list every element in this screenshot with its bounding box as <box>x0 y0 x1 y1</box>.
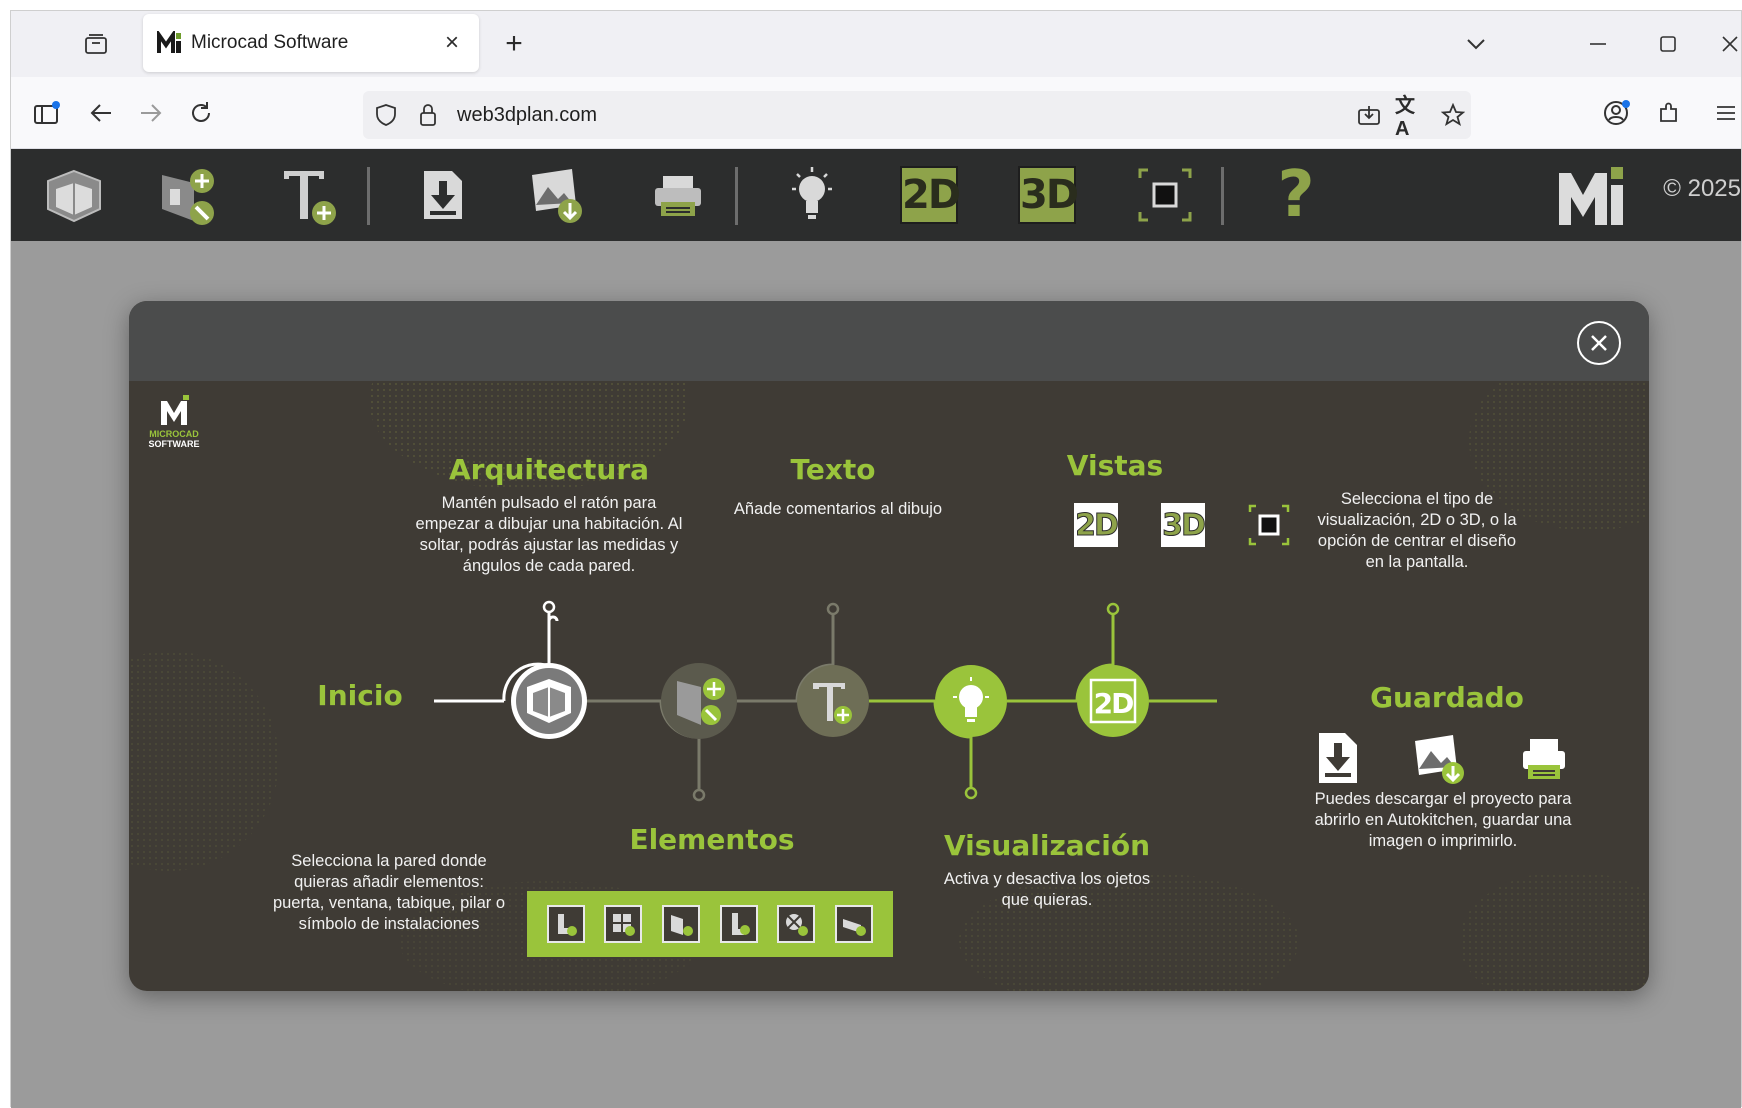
bookmark-star-icon[interactable] <box>1437 100 1469 130</box>
help-button[interactable]: ? <box>1259 158 1333 232</box>
view-2d-icon: 2D <box>900 166 961 224</box>
account-icon[interactable] <box>1599 95 1635 131</box>
reload-icon[interactable] <box>183 95 219 131</box>
partition-icon <box>662 905 701 943</box>
microcad-logo-icon <box>1555 163 1627 227</box>
arquitectura-title: Arquitectura <box>448 453 650 486</box>
timeline-dot <box>692 788 706 802</box>
elementos-text: Selecciona la pared donde quieras añadir… <box>272 852 506 933</box>
new-tab-icon[interactable]: + <box>497 27 531 61</box>
vistas-title: Vistas <box>1066 449 1164 482</box>
edit-element-icon <box>835 905 874 943</box>
extensions-icon[interactable] <box>1651 95 1687 131</box>
toolbar-separator <box>1221 167 1224 225</box>
window-close-icon[interactable] <box>1717 29 1742 59</box>
view-2d-button[interactable]: 2D <box>892 159 966 231</box>
close-icon[interactable]: × <box>437 28 467 58</box>
timeline-dot <box>1106 602 1120 616</box>
help-modal: MICROCAD SOFTWARE 2D Inicio Arquitectura… <box>129 301 1649 991</box>
text-icon[interactable] <box>273 159 347 231</box>
center-icon <box>1247 503 1291 547</box>
toolbar-separator <box>735 167 738 225</box>
web3dplan-app: 2D 3D ? © 2025 MICROCAD SOFTWARE 2D Inic… <box>11 149 1741 1108</box>
download-icon[interactable] <box>406 159 480 231</box>
lightbulb-icon[interactable] <box>775 159 849 231</box>
tab-overview-icon[interactable] <box>79 27 113 61</box>
toolbar-separator <box>367 167 370 225</box>
view-2d-label: 2D <box>1075 507 1120 543</box>
print-icon <box>1521 737 1567 781</box>
visualizacion-title: Visualización <box>943 829 1151 862</box>
inicio-title: Inicio <box>317 679 403 712</box>
copyright-text: © 2025 <box>1663 175 1741 202</box>
tab-strip: Microcad Software × + <box>11 11 1741 77</box>
timeline-dot <box>826 602 840 616</box>
center-icon[interactable] <box>1128 159 1202 231</box>
timeline-node-2d-label: 2D <box>1094 687 1133 720</box>
vistas-text: Selecciona el tipo de visualización, 2D … <box>1317 490 1517 571</box>
microcad-favicon-icon <box>157 28 183 55</box>
back-icon[interactable] <box>83 95 119 131</box>
browser-window: Microcad Software × + web3dplan.com 文A 2… <box>10 10 1742 1108</box>
timeline-dot <box>964 786 978 800</box>
sidebar-icon[interactable] <box>29 95 65 131</box>
tab-title: Microcad Software <box>191 32 349 53</box>
guardado-title: Guardado <box>1370 681 1524 714</box>
print-icon[interactable] <box>641 159 715 231</box>
visualizacion-text: Activa y desactiva los ojetos que quiera… <box>943 870 1151 909</box>
window-icon <box>604 905 643 943</box>
modal-close-button[interactable] <box>1577 321 1621 365</box>
translate-icon[interactable]: 文A <box>1395 95 1427 140</box>
elementos-title: Elementos <box>629 823 795 856</box>
url-bar[interactable]: web3dplan.com 文A <box>363 91 1471 140</box>
architecture-icon[interactable] <box>37 159 111 231</box>
download-icon <box>1315 731 1361 785</box>
minimize-icon[interactable] <box>1581 29 1615 59</box>
view-3d-button[interactable]: 3D <box>1010 159 1084 231</box>
maximize-icon[interactable] <box>1651 29 1685 59</box>
door-icon <box>546 905 585 943</box>
menu-icon[interactable] <box>1711 95 1741 131</box>
navigation-bar: web3dplan.com 文A <box>11 77 1741 149</box>
close-icon <box>1591 335 1607 351</box>
url-text: web3dplan.com <box>457 104 598 126</box>
save-image-icon <box>1411 731 1471 785</box>
shield-icon[interactable] <box>371 100 401 130</box>
texto-title: Texto <box>790 453 876 486</box>
forward-icon[interactable] <box>133 95 169 131</box>
guardado-text: Puedes descargar el proyecto para abrirl… <box>1314 790 1572 850</box>
save-image-icon[interactable] <box>521 159 595 231</box>
lock-icon[interactable] <box>413 100 443 130</box>
view-3d-label: 3D <box>1162 507 1207 543</box>
elements-toolbar <box>527 891 893 957</box>
modal-header <box>129 301 1649 381</box>
pillar-icon <box>719 905 758 943</box>
install-app-icon[interactable] <box>1353 100 1385 130</box>
modal-body: MICROCAD SOFTWARE 2D Inicio Arquitectura… <box>129 381 1649 991</box>
installation-symbol-icon <box>777 905 816 943</box>
view-3d-icon: 3D <box>1161 503 1207 547</box>
browser-tab[interactable]: Microcad Software × <box>143 14 479 72</box>
view-3d-icon: 3D <box>1018 166 1079 224</box>
app-toolbar: 2D 3D ? © 2025 <box>11 149 1741 241</box>
help-icon: ? <box>1277 158 1315 232</box>
tab-list-icon[interactable] <box>1459 29 1493 59</box>
view-2d-icon: 2D <box>1074 503 1120 547</box>
timeline-dot <box>542 600 556 614</box>
elements-icon[interactable] <box>151 159 225 231</box>
texto-text: Añade comentarios al dibujo <box>733 500 943 518</box>
arquitectura-text: Mantén pulsado el ratón para empezar a d… <box>415 494 683 575</box>
